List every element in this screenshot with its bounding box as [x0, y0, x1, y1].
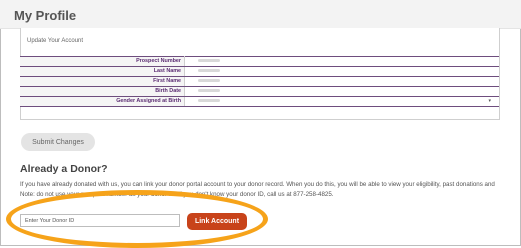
- redacted-value: [198, 79, 220, 83]
- submit-changes-button[interactable]: Submit Changes: [21, 133, 95, 151]
- table-row: Last Name: [20, 66, 499, 77]
- profile-fields-table: Prospect Number Last Name First Name Bir…: [20, 56, 499, 107]
- donor-id-input[interactable]: [20, 214, 180, 227]
- table-row: Prospect Number: [20, 56, 499, 67]
- link-account-button[interactable]: Link Account: [187, 213, 247, 230]
- table-row: First Name: [20, 76, 499, 87]
- donor-note: Note: do not use your prospect number as…: [20, 191, 334, 198]
- redacted-value: [198, 69, 220, 73]
- donor-instructions: If you have already donated with us, you…: [20, 180, 510, 200]
- table-row: Gender Assigned at Birth ▾: [20, 96, 499, 107]
- page-header: My Profile: [0, 0, 521, 29]
- redacted-value: [198, 99, 220, 103]
- field-label: Gender Assigned at Birth: [20, 96, 185, 107]
- panel-heading: Update Your Account: [27, 38, 84, 44]
- already-donor-heading: Already a Donor?: [20, 163, 108, 175]
- field-label: First Name: [20, 76, 185, 87]
- field-label: Last Name: [20, 66, 185, 77]
- field-label: Prospect Number: [20, 56, 185, 67]
- prospect-number-value: [184, 56, 499, 67]
- redacted-value: [198, 59, 220, 63]
- page-title: My Profile: [14, 8, 77, 23]
- last-name-value[interactable]: [184, 66, 499, 77]
- field-label: Birth Date: [20, 86, 185, 97]
- table-row: Birth Date: [20, 86, 499, 97]
- redacted-value: [198, 89, 220, 93]
- chevron-down-icon[interactable]: ▾: [488, 97, 491, 106]
- donor-paragraph: If you have already donated with us, you…: [20, 181, 495, 188]
- first-name-value[interactable]: [184, 76, 499, 87]
- birth-date-value[interactable]: [184, 86, 499, 97]
- gender-select[interactable]: ▾: [184, 96, 499, 107]
